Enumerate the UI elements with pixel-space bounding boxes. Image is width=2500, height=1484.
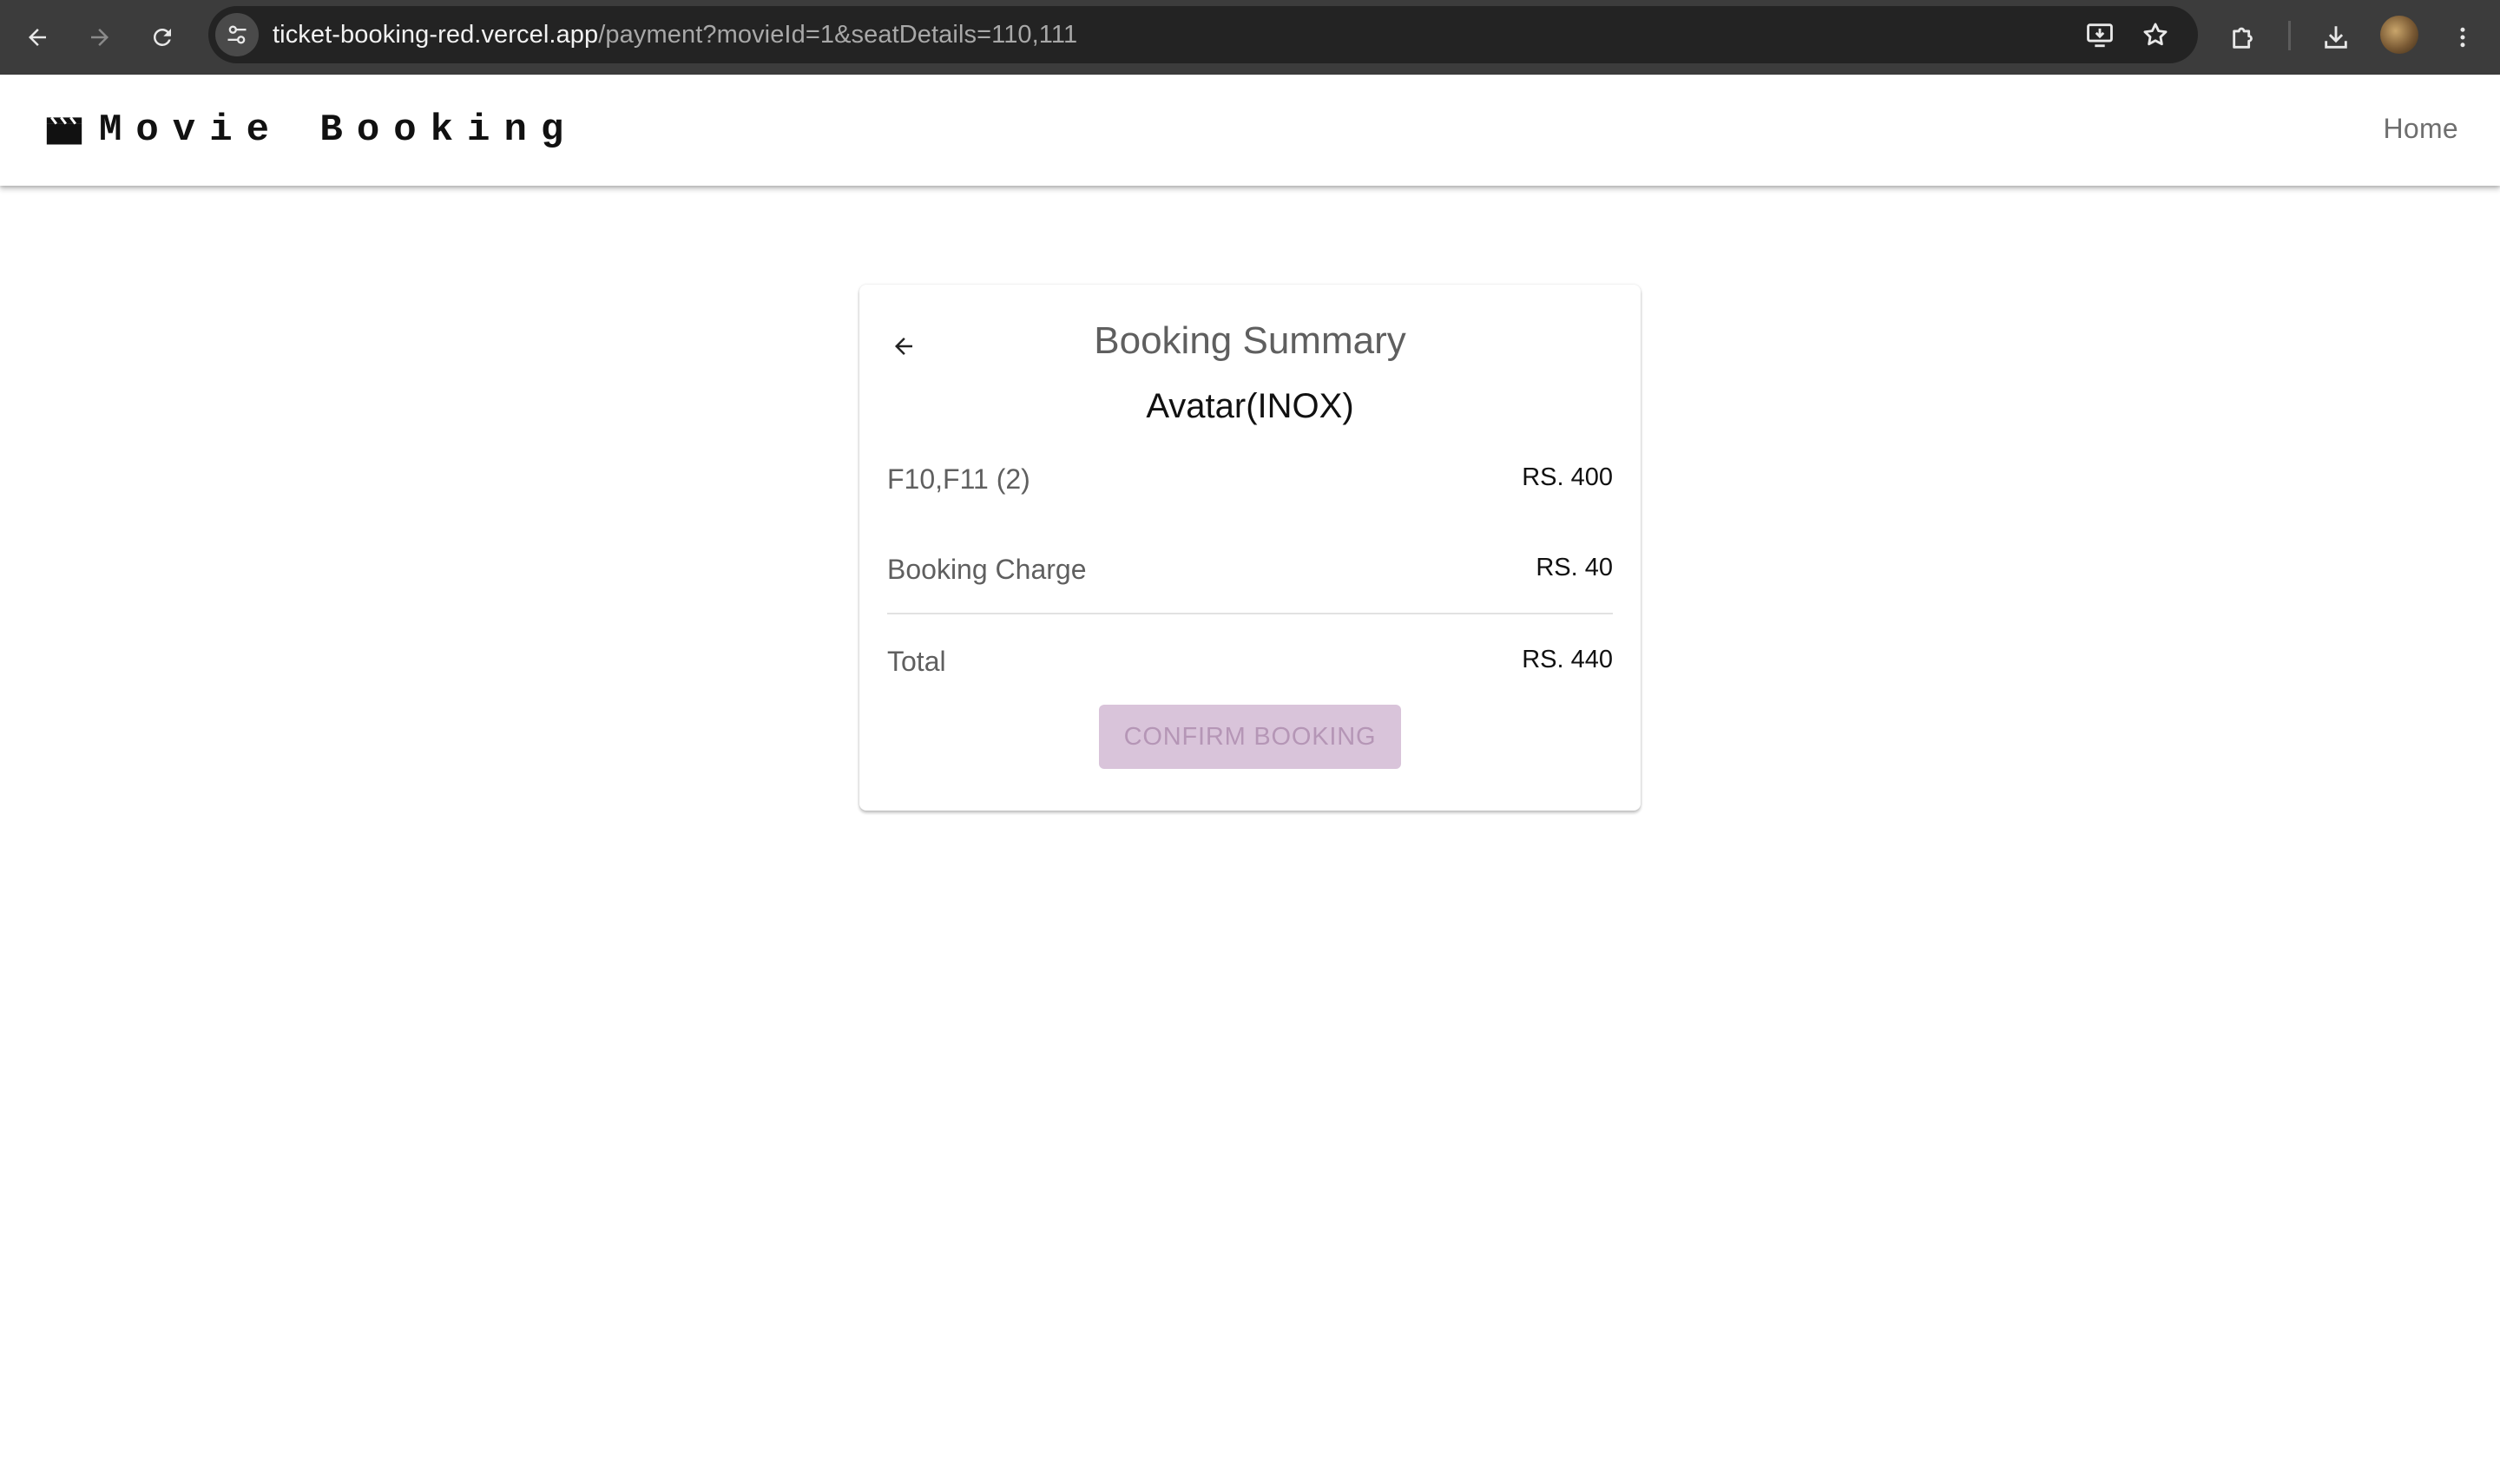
extensions-button[interactable] bbox=[2222, 16, 2266, 59]
nav-home-link[interactable]: Home bbox=[2383, 113, 2458, 145]
seats-label: F10,F11 (2) bbox=[887, 463, 1030, 495]
brand[interactable]: Movie Booking bbox=[45, 104, 577, 156]
url-path: /payment?movieId=1&seatDetails=110,111 bbox=[598, 21, 1078, 49]
booking-charge-label: Booking Charge bbox=[887, 554, 1087, 585]
install-app-button[interactable] bbox=[2080, 15, 2120, 55]
install-app-icon bbox=[2087, 23, 2113, 48]
clapperboard-icon bbox=[46, 116, 82, 145]
kebab-menu-icon bbox=[2460, 27, 2465, 48]
browser-menu-button[interactable] bbox=[2441, 16, 2484, 59]
confirm-booking-button[interactable]: CONFIRM BOOKING bbox=[1099, 705, 1401, 769]
tune-icon bbox=[227, 25, 247, 44]
total-row: Total RS. 440 bbox=[887, 646, 1613, 689]
summary-divider bbox=[887, 613, 1613, 614]
total-amount: RS. 440 bbox=[1522, 646, 1613, 673]
puzzle-icon bbox=[2233, 27, 2253, 49]
movie-name: Avatar(INOX) bbox=[1146, 387, 1354, 425]
downloads-button[interactable] bbox=[2314, 16, 2358, 59]
browser-back-button[interactable] bbox=[17, 17, 57, 57]
download-icon bbox=[2325, 26, 2347, 49]
seats-row: F10,F11 (2) RS. 400 bbox=[887, 463, 1613, 507]
star-icon bbox=[2143, 23, 2168, 46]
total-label: Total bbox=[887, 646, 946, 677]
summary-title: Booking Summary bbox=[1094, 319, 1406, 362]
booking-charge-row: Booking Charge RS. 40 bbox=[887, 554, 1613, 597]
booking-summary-card: Booking Summary Avatar(INOX) F10,F11 (2)… bbox=[859, 285, 1641, 811]
site-info-button[interactable] bbox=[215, 13, 259, 56]
address-bar[interactable]: ticket-booking-red.vercel.app/payment?mo… bbox=[208, 6, 2198, 63]
browser-forward-button[interactable] bbox=[80, 17, 120, 57]
arrow-right-icon bbox=[91, 29, 109, 46]
bookmark-button[interactable] bbox=[2135, 15, 2175, 55]
toolbar-divider bbox=[2288, 21, 2291, 50]
url-host: ticket-booking-red.vercel.app bbox=[273, 21, 599, 49]
seats-amount: RS. 400 bbox=[1522, 463, 1613, 491]
browser-toolbar: ticket-booking-red.vercel.app/payment?mo… bbox=[0, 0, 2500, 75]
profile-avatar[interactable] bbox=[2380, 16, 2418, 54]
booking-charge-amount: RS. 40 bbox=[1536, 554, 1613, 581]
brand-title: Movie Booking bbox=[99, 108, 578, 152]
reload-icon bbox=[154, 28, 171, 46]
app-header: Movie Booking Home bbox=[0, 75, 2500, 186]
url-text[interactable]: ticket-booking-red.vercel.app/payment?mo… bbox=[273, 6, 1077, 63]
arrow-left-icon bbox=[29, 29, 46, 46]
reload-button[interactable] bbox=[142, 17, 182, 57]
